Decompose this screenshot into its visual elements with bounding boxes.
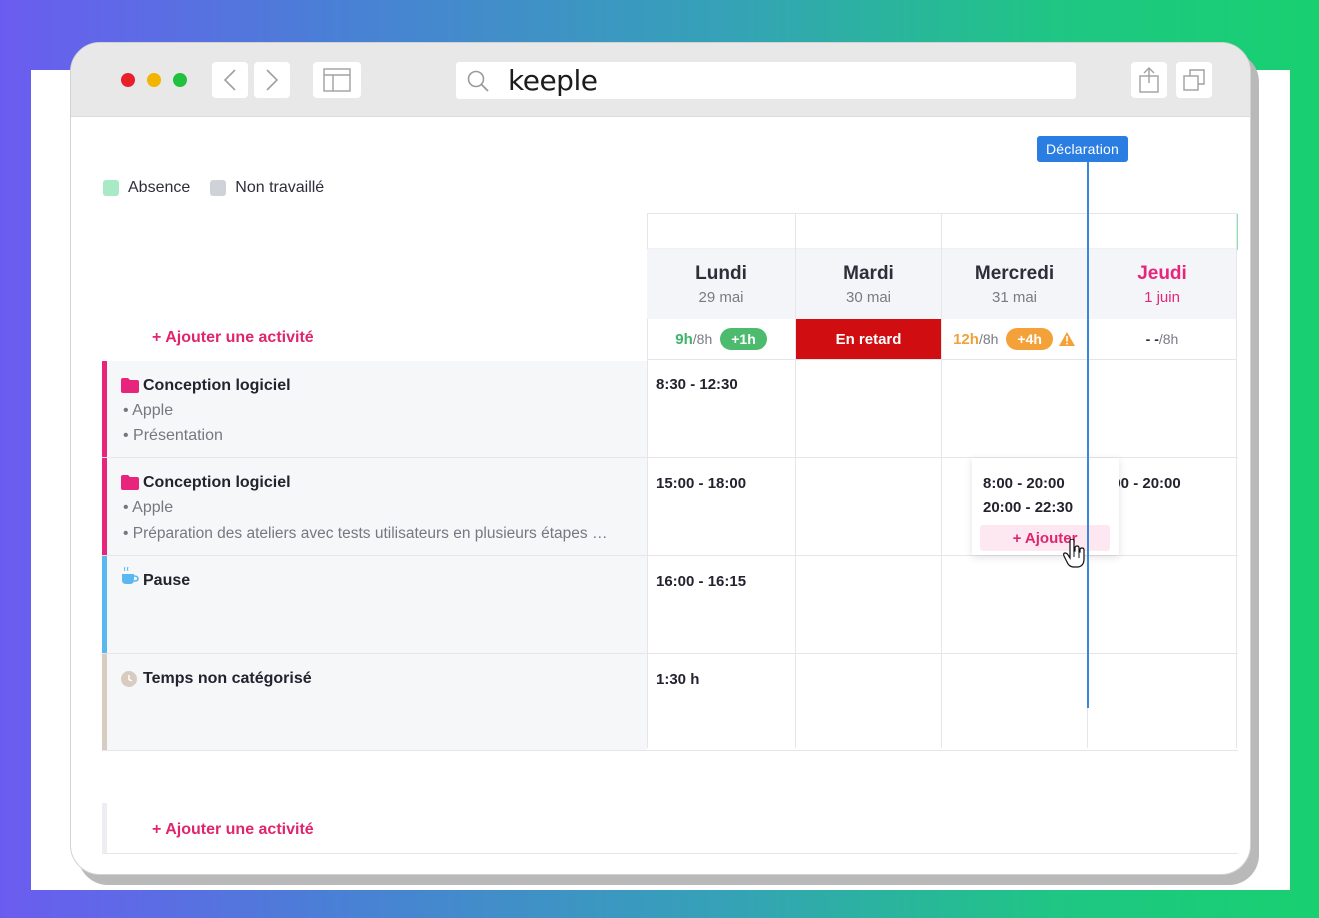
day-header-jeudi[interactable]: Jeudi 1 juin: [1088, 249, 1236, 319]
activity-title: Conception logiciel: [121, 474, 291, 492]
activity-title-text: Temps non catégorisé: [143, 670, 312, 687]
add-time-button[interactable]: + Ajouter: [980, 525, 1110, 551]
day-header-mardi[interactable]: Mardi 30 mai: [796, 249, 941, 319]
day-header-lundi[interactable]: Lundi 29 mai: [647, 249, 795, 319]
add-activity-link-bottom[interactable]: + Ajouter une activité: [152, 821, 314, 839]
folder-icon: [121, 378, 139, 393]
forward-icon: [266, 69, 279, 91]
activity-title: Pause: [122, 566, 191, 590]
back-button[interactable]: [212, 62, 248, 98]
activity-title-text: Pause: [143, 572, 191, 589]
folder-icon: [121, 475, 139, 490]
minimize-window-button[interactable]: [147, 73, 161, 87]
grid-top-strip: [647, 213, 1238, 250]
timesheet-page: Absence Non travaillé Déclaration Lundi …: [71, 117, 1250, 874]
tabs-button[interactable]: [1176, 62, 1212, 98]
activity-label-cell: Temps non catégorisé: [102, 654, 647, 750]
declaration-line: [1087, 162, 1089, 708]
absence-swatch: [103, 180, 119, 196]
hand-cursor-icon: [1063, 539, 1085, 568]
activity-task: • Préparation des ateliers avec tests ut…: [123, 525, 608, 542]
time-entry[interactable]: 16:00 - 16:15: [656, 573, 746, 590]
time-entry[interactable]: 8:30 - 12:30: [656, 376, 738, 393]
activity-title-text: Conception logiciel: [143, 377, 291, 394]
hours-worked: - -: [1145, 331, 1159, 347]
overtime-badge: +4h: [1006, 328, 1053, 350]
active-cell-mercredi[interactable]: 8:00 - 20:00 20:00 - 22:30 + Ajouter: [972, 458, 1119, 555]
legend-label: Non travaillé: [235, 179, 325, 196]
time-entry[interactable]: 20:00 - 22:30: [983, 499, 1073, 516]
time-entry[interactable]: 15:00 - 18:00: [656, 475, 746, 492]
non-travaille-swatch: [210, 180, 227, 196]
maximize-window-button[interactable]: [173, 73, 187, 87]
clock-icon: [121, 671, 137, 687]
day-name: Lundi: [695, 262, 747, 284]
activity-client: • Apple: [123, 499, 174, 516]
browser-window: keeple Absence Non travaillé Déclaration: [70, 42, 1251, 875]
activity-label-cell: Conception logiciel • Apple • Présentati…: [102, 361, 647, 457]
day-name: Mardi: [843, 262, 894, 284]
sidebar-toggle-button[interactable]: [313, 62, 361, 98]
day-header-mercredi[interactable]: Mercredi 31 mai: [942, 249, 1087, 319]
legend: Absence Non travaillé: [103, 179, 336, 197]
share-icon: [1139, 67, 1159, 93]
hours-target: /8h: [692, 331, 713, 347]
forward-button[interactable]: [254, 62, 290, 98]
add-activity-link-top[interactable]: + Ajouter une activité: [152, 329, 314, 347]
activity-row[interactable]: Conception logiciel • Apple • Présentati…: [102, 361, 1238, 458]
activity-label-cell: Pause: [102, 556, 647, 653]
late-label: En retard: [835, 330, 902, 348]
legend-absence: Absence: [103, 179, 190, 197]
day-name: Jeudi: [1137, 262, 1187, 284]
declaration-marker[interactable]: Déclaration: [1037, 136, 1129, 162]
close-window-button[interactable]: [121, 73, 135, 87]
status-mercredi: 12h/8h +4h: [942, 319, 1087, 360]
activity-client: • Apple: [123, 402, 174, 419]
search-icon: [467, 70, 489, 92]
activity-title-text: Conception logiciel: [143, 474, 291, 491]
sidebar-icon: [323, 68, 351, 92]
activity-title: Temps non catégorisé: [121, 670, 312, 688]
status-jeudi: - - /8h: [1088, 319, 1236, 360]
day-date: 29 mai: [698, 288, 744, 306]
overtime-badge: +1h: [720, 328, 767, 350]
hours-worked: 9h: [675, 330, 693, 348]
coffee-icon: [122, 566, 139, 584]
url-text: keeple: [508, 64, 598, 97]
back-icon: [223, 69, 236, 91]
status-lundi: 9h/8h +1h: [647, 319, 795, 360]
activity-row[interactable]: Pause 16:00 - 16:15: [102, 556, 1238, 654]
status-mardi-late[interactable]: En retard: [796, 319, 941, 360]
day-name: Mercredi: [974, 262, 1055, 284]
browser-titlebar: keeple: [71, 43, 1250, 117]
activity-task: • Présentation: [123, 427, 223, 444]
hours-target: /8h: [978, 331, 999, 347]
legend-label: Absence: [128, 179, 191, 196]
time-entry[interactable]: 1:30 h: [656, 671, 699, 688]
activity-row[interactable]: Temps non catégorisé 1:30 h: [102, 654, 1238, 751]
day-date: 1 juin: [1144, 288, 1180, 306]
warning-icon: [1058, 332, 1075, 346]
activity-label-cell: Conception logiciel • Apple • Préparatio…: [102, 458, 647, 555]
activity-title: Conception logiciel: [121, 377, 291, 395]
hours-worked: 12h: [953, 330, 979, 348]
legend-non-travaille: Non travaillé: [210, 179, 324, 197]
address-bar[interactable]: keeple: [456, 62, 1076, 99]
hours-target: /8h: [1158, 331, 1179, 347]
day-date: 30 mai: [845, 288, 892, 306]
tabs-icon: [1183, 69, 1205, 91]
share-button[interactable]: [1131, 62, 1167, 98]
time-entry[interactable]: 8:00 - 20:00: [983, 475, 1065, 492]
day-date: 31 mai: [991, 288, 1038, 306]
